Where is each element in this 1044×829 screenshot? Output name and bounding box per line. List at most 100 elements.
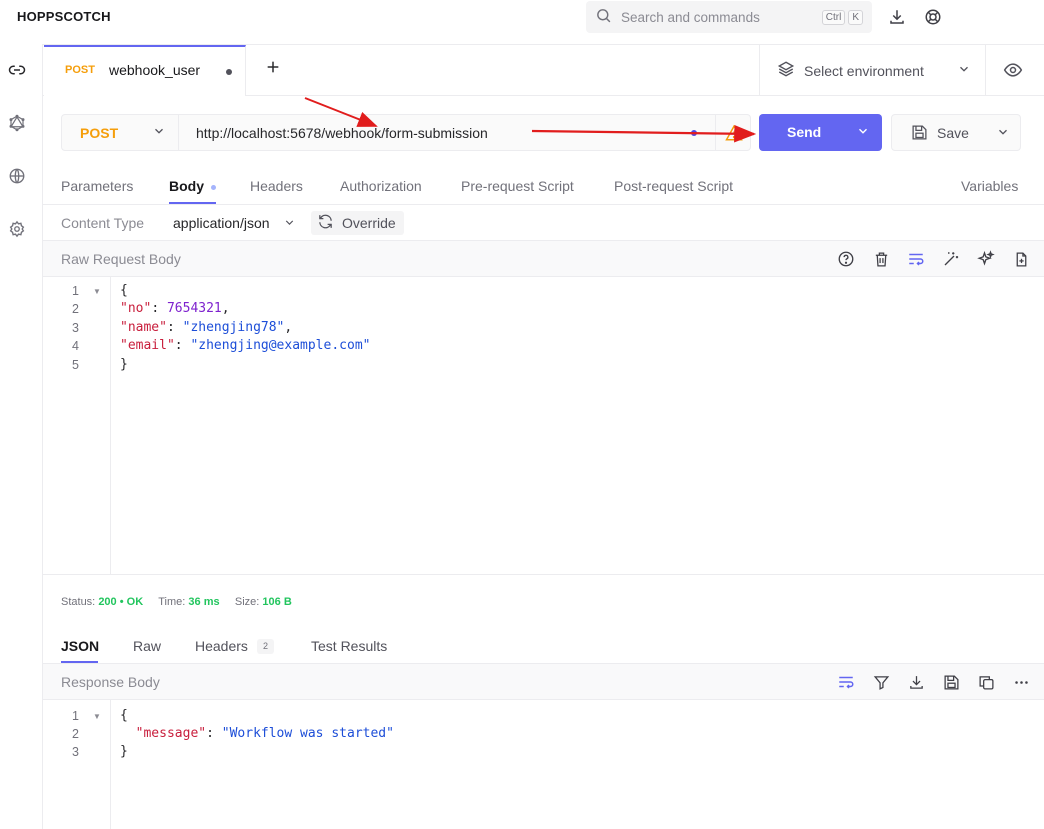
help-icon[interactable]: [837, 250, 855, 268]
warning-icon[interactable]: [715, 115, 751, 150]
trash-icon[interactable]: [872, 250, 890, 268]
line-number: 2: [72, 727, 79, 741]
graphql-icon[interactable]: [7, 113, 27, 133]
refresh-icon: [317, 213, 334, 233]
line-gutter: 1 2 3 4 5 ▼: [43, 277, 111, 574]
globe-icon[interactable]: [7, 166, 27, 186]
chevron-down-icon: [152, 124, 166, 141]
active-tab-indicator: [169, 202, 216, 204]
request-tab[interactable]: POST webhook_user: [44, 45, 246, 96]
line-number: 1: [72, 284, 79, 298]
copy-icon[interactable]: [977, 673, 995, 691]
request-tab-name: webhook_user: [109, 62, 201, 78]
left-rail: [0, 44, 43, 829]
status-code: 200: [98, 596, 117, 608]
json-key: "message": [135, 726, 207, 741]
tab-post-request-script[interactable]: Post-request Script: [614, 178, 733, 194]
environment-selector[interactable]: Select environment: [759, 45, 986, 96]
time-value: 36 ms: [188, 596, 220, 608]
status-separator: •: [119, 596, 124, 608]
response-body-header: Response Body: [43, 664, 1044, 700]
chevron-down-icon[interactable]: [996, 125, 1010, 142]
tab-body[interactable]: Body: [169, 178, 204, 194]
json-key: "name": [120, 320, 167, 335]
line-number: 1: [72, 709, 79, 723]
tab-parameters[interactable]: Parameters: [61, 178, 133, 194]
shortcut-ctrl: Ctrl: [821, 9, 846, 25]
download-icon[interactable]: [887, 7, 907, 27]
response-tabs: JSON Raw Headers 2 Test Results: [43, 627, 1044, 664]
eye-icon[interactable]: [1003, 60, 1023, 83]
content-type-select[interactable]: application/json: [173, 215, 270, 231]
json-value: 7654321: [166, 301, 222, 316]
override-button[interactable]: Override: [311, 211, 404, 235]
search-icon: [595, 7, 612, 27]
body-modified-dot: [211, 185, 216, 190]
magic-wand-icon[interactable]: [942, 250, 960, 268]
save-icon: [911, 124, 928, 144]
json-value: "zhengjing@example.com": [190, 338, 371, 353]
method-label: POST: [80, 124, 119, 141]
tab-json[interactable]: JSON: [61, 638, 99, 654]
support-icon[interactable]: [923, 7, 943, 27]
save-label: Save: [937, 125, 969, 141]
file-import-icon[interactable]: [1012, 250, 1030, 268]
fold-arrow-icon[interactable]: ▼: [93, 287, 101, 296]
chevron-down-icon: [957, 62, 971, 79]
code-line: }: [120, 744, 128, 759]
tab-response-headers[interactable]: Headers: [195, 638, 248, 654]
settings-icon[interactable]: [7, 219, 27, 239]
request-bar: POST http://localhost:5678/webhook/form-…: [61, 114, 751, 151]
content-type-label: Content Type: [61, 215, 145, 231]
tab-raw[interactable]: Raw: [133, 638, 161, 654]
search-placeholder: Search and commands: [621, 9, 760, 25]
code-line: }: [120, 357, 128, 372]
line-number: 2: [72, 302, 79, 316]
tab-test-results[interactable]: Test Results: [311, 638, 387, 654]
tab-pre-request-script[interactable]: Pre-request Script: [461, 178, 574, 194]
size-label: Size:: [234, 596, 260, 608]
response-body-title: Response Body: [61, 674, 160, 690]
link-icon[interactable]: [7, 60, 27, 80]
status-label: Status:: [61, 596, 96, 608]
request-options-tabs: Parameters Body Headers Authorization Pr…: [43, 170, 1044, 205]
unsaved-dot[interactable]: [226, 69, 232, 75]
download-icon[interactable]: [907, 673, 925, 691]
chevron-down-icon[interactable]: [283, 216, 296, 232]
active-tab-indicator: [61, 661, 98, 663]
sparkles-icon[interactable]: [977, 250, 995, 268]
save-icon[interactable]: [942, 673, 960, 691]
content-type-row: Content Type application/json Override: [43, 205, 1044, 241]
raw-body-editor[interactable]: 1 2 3 4 5 ▼ { "no": 7654321, "name": "zh…: [43, 277, 1044, 575]
json-key: "email": [120, 338, 175, 353]
send-options-chevron-icon[interactable]: [856, 124, 870, 141]
save-button[interactable]: Save: [891, 114, 1021, 151]
wrap-icon[interactable]: [837, 673, 855, 691]
shortcut-k: K: [848, 9, 863, 25]
tab-authorization[interactable]: Authorization: [340, 178, 422, 194]
send-button[interactable]: Send: [759, 114, 882, 151]
more-icon[interactable]: [1012, 673, 1030, 691]
override-label: Override: [342, 215, 396, 231]
tab-headers[interactable]: Headers: [250, 178, 303, 194]
size-value: 106 B: [262, 596, 292, 608]
headers-count-badge: 2: [257, 639, 274, 654]
line-number: 5: [72, 358, 79, 372]
fold-arrow-icon[interactable]: ▼: [93, 712, 101, 721]
send-label: Send: [787, 124, 822, 140]
search-bar[interactable]: Search and commands Ctrl K: [586, 1, 872, 33]
add-tab-button[interactable]: [263, 59, 283, 79]
response-status: Status: 200 • OK Time: 36 ms Size: 106 B: [61, 596, 292, 608]
line-gutter: 1 2 3 ▼: [43, 700, 111, 829]
app-logo[interactable]: HOPPSCOTCH: [17, 9, 111, 24]
url-input[interactable]: http://localhost:5678/webhook/form-submi…: [196, 125, 488, 141]
tab-variables[interactable]: Variables: [961, 178, 1018, 194]
wrap-icon[interactable]: [907, 250, 925, 268]
method-selector[interactable]: POST: [62, 115, 179, 150]
request-tabs-strip: POST webhook_user Select environment: [43, 44, 1044, 96]
filter-icon[interactable]: [872, 673, 890, 691]
status-text: OK: [126, 596, 144, 608]
response-body-viewer[interactable]: 1 2 3 ▼ { "message": "Workflow was start…: [43, 700, 1044, 829]
time-label: Time:: [158, 596, 186, 608]
code-line: "email": "zhengjing@example.com": [120, 338, 371, 353]
